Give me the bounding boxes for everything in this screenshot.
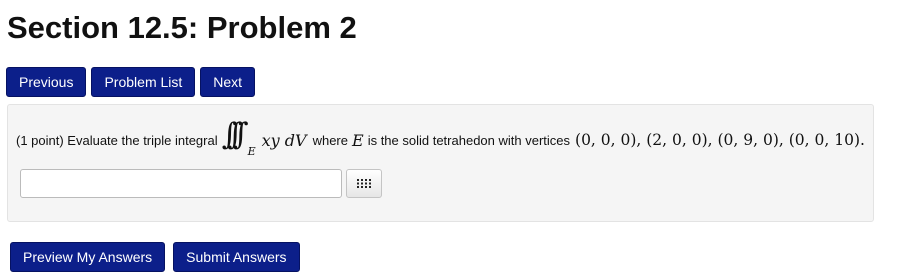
sentence-end: . <box>860 131 865 149</box>
vertices-list: (0, 0, 0), (2, 0, 0), (0, 9, 0), (0, 0, … <box>575 131 860 149</box>
where-text: where <box>312 132 348 148</box>
problem-container: (1 point) Evaluate the triple integral ∫… <box>7 104 874 222</box>
answer-input[interactable] <box>20 169 342 198</box>
submit-answers-button[interactable]: Submit Answers <box>173 242 300 272</box>
integral-region-subscript: E <box>247 145 256 158</box>
next-button[interactable]: Next <box>200 67 256 97</box>
page-title: Section 12.5: Problem 2 <box>7 10 357 45</box>
equation-editor-button[interactable] <box>346 169 382 198</box>
integrand: xy dV <box>261 130 307 150</box>
problem-list-button[interactable]: Problem List <box>91 67 196 97</box>
region-symbol: E <box>352 130 364 150</box>
triple-integral-symbol: ∫∫∫ E <box>221 117 256 158</box>
problem-description: is the solid tetrahedon with vertices <box>367 132 571 148</box>
submission-actions: Preview My Answers Submit Answers <box>10 242 308 272</box>
preview-answers-button[interactable]: Preview My Answers <box>10 242 166 272</box>
problem-navigation: Previous Problem List Next <box>6 67 260 97</box>
answer-row <box>20 169 382 198</box>
grid-icon <box>357 179 371 188</box>
previous-button[interactable]: Previous <box>6 67 87 97</box>
problem-points-text: (1 point) Evaluate the triple integral <box>16 132 218 148</box>
problem-statement: (1 point) Evaluate the triple integral ∫… <box>16 117 865 158</box>
